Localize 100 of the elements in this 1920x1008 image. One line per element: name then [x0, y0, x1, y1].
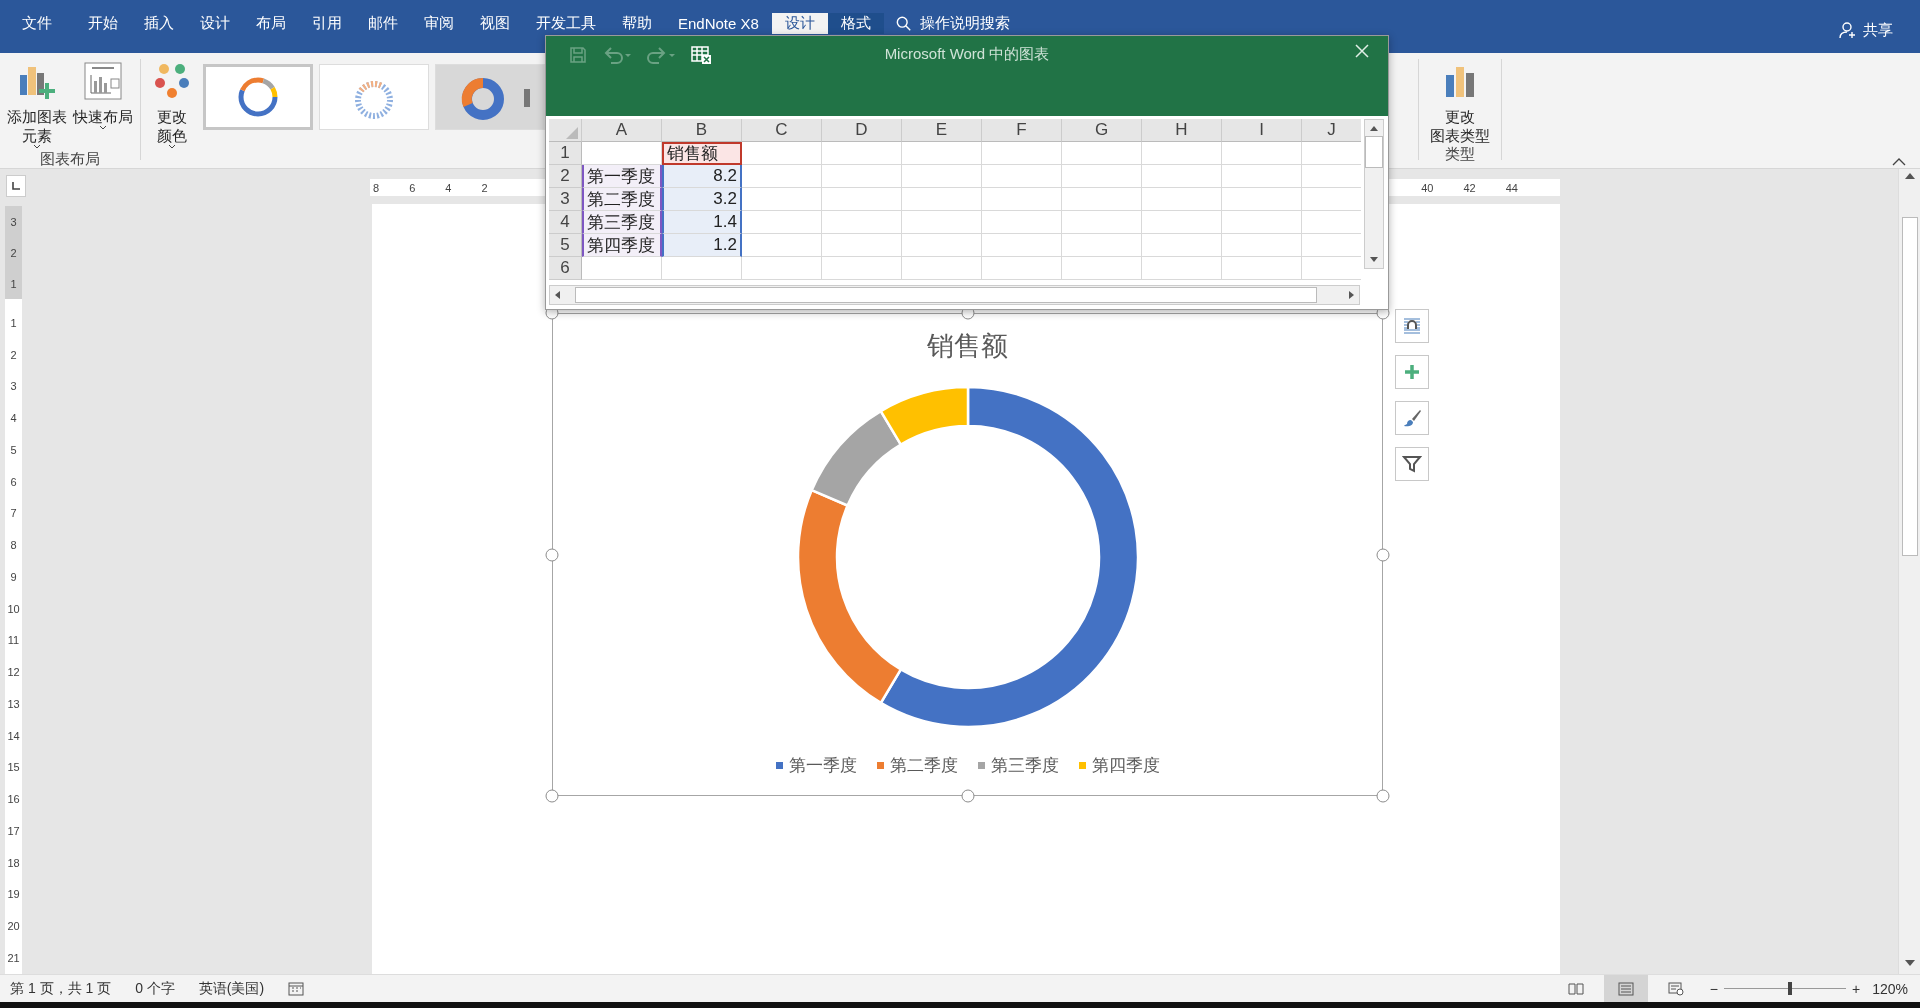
quick-layout-button[interactable]: 快速布局 [70, 59, 136, 131]
page-count[interactable]: 第 1 页，共 1 页 [10, 979, 112, 998]
plus-icon[interactable] [1404, 364, 1420, 380]
table-cell[interactable]: 第四季度 [582, 234, 662, 257]
scroll-down-icon[interactable] [1369, 256, 1379, 264]
chart-style-thumbnail[interactable] [319, 64, 429, 130]
close-icon[interactable] [1354, 43, 1370, 59]
scroll-thumb[interactable] [1901, 217, 1918, 556]
ruler-number: 16 [6, 792, 21, 808]
resize-handle[interactable] [1376, 789, 1390, 803]
column-header[interactable]: F [982, 119, 1062, 142]
ribbon-tab[interactable]: 文件 [9, 13, 65, 34]
column-header[interactable]: E [902, 119, 982, 142]
resize-handle[interactable] [1376, 548, 1390, 561]
vertical-scrollbar[interactable] [1898, 169, 1920, 974]
scroll-thumb[interactable] [575, 287, 1317, 303]
resize-handle[interactable] [961, 789, 974, 803]
tab-stop-icon[interactable] [11, 181, 21, 191]
ruler-number: 7 [9, 506, 18, 522]
resize-handle[interactable] [545, 789, 559, 803]
collapse-ribbon-icon[interactable] [1892, 157, 1906, 166]
chart-style-thumbnail[interactable] [435, 64, 545, 130]
ribbon-tab[interactable]: 格式 [827, 13, 884, 34]
column-header[interactable]: B [662, 119, 742, 142]
ruler-number: 18 [6, 855, 21, 871]
ribbon-tab[interactable]: 开始 [75, 13, 131, 34]
caret-icon[interactable] [33, 144, 41, 150]
ribbon-tab[interactable]: 开发工具 [523, 13, 609, 34]
color-dots-icon[interactable] [152, 61, 192, 101]
keyboard-icon[interactable] [288, 981, 305, 996]
add-element-button[interactable] [1395, 355, 1429, 389]
print-layout-icon[interactable] [1603, 975, 1648, 1002]
vertical-scrollbar[interactable] [1364, 119, 1384, 269]
table-cell[interactable]: 1.2 [662, 234, 742, 257]
caret-icon[interactable] [168, 144, 176, 150]
ribbon-tab[interactable]: EndNote X8 [665, 13, 772, 34]
row-header[interactable]: 2 [549, 165, 582, 188]
caret-icon[interactable] [99, 125, 107, 131]
scroll-left-icon[interactable] [553, 290, 561, 300]
column-header[interactable]: I [1222, 119, 1302, 142]
ribbon-tab[interactable]: 审阅 [411, 13, 467, 34]
language-indicator[interactable]: 英语(美国) [198, 979, 265, 998]
chart-style-thumbnail[interactable] [203, 64, 313, 130]
table-cell[interactable]: 销售额 [662, 142, 742, 165]
horizontal-scrollbar[interactable] [549, 285, 1360, 305]
row-header[interactable]: 4 [549, 211, 582, 234]
text-wrap-icon[interactable] [1402, 317, 1422, 335]
scroll-up-icon[interactable] [1903, 171, 1916, 181]
ribbon-tab[interactable]: 视图 [467, 13, 523, 34]
chart-layout-icon[interactable] [83, 61, 123, 101]
zoom-out-button[interactable]: − [1709, 980, 1718, 997]
column-header[interactable]: J [1302, 119, 1361, 142]
share-button[interactable]: 共享 [1839, 17, 1893, 43]
resize-handle[interactable] [545, 548, 559, 561]
ribbon-tab[interactable]: 帮助 [609, 13, 665, 34]
table-cell[interactable]: 8.2 [662, 165, 742, 188]
zoom-level[interactable]: 120% [1872, 980, 1908, 997]
brush-icon[interactable] [1402, 408, 1422, 428]
ribbon-tab[interactable]: 设计 [771, 13, 828, 34]
chart-filter-button[interactable] [1395, 447, 1429, 481]
scroll-down-icon[interactable] [1903, 958, 1916, 968]
person-add-icon[interactable] [1839, 21, 1857, 39]
column-header[interactable]: G [1062, 119, 1142, 142]
ribbon-tab[interactable]: 布局 [243, 13, 299, 34]
search-icon[interactable] [895, 15, 912, 32]
row-header[interactable]: 1 [549, 142, 582, 165]
scroll-thumb[interactable] [1365, 136, 1383, 168]
table-cell[interactable]: 第二季度 [582, 188, 662, 211]
chart-frame[interactable]: 销售额 第一季度 第二季度 第三季度 第四季度 [552, 313, 1383, 796]
column-header[interactable]: C [742, 119, 822, 142]
tab-stop-selector[interactable] [6, 175, 26, 197]
word-count[interactable]: 0 个字 [135, 979, 175, 998]
slider-thumb[interactable] [1787, 982, 1792, 995]
row-header[interactable]: 3 [549, 188, 582, 211]
table-cell[interactable]: 3.2 [662, 188, 742, 211]
table-cell[interactable]: 1.4 [662, 211, 742, 234]
chart-styles-button[interactable] [1395, 401, 1429, 435]
ribbon-tab[interactable]: 插入 [131, 13, 187, 34]
table-cell[interactable]: 第一季度 [582, 165, 662, 188]
layout-options-button[interactable] [1395, 309, 1429, 343]
change-chart-type-button[interactable]: 更改 图表类型 [1427, 59, 1493, 145]
ribbon-tab[interactable]: 邮件 [355, 13, 411, 34]
table-icon[interactable] [690, 45, 712, 65]
column-header[interactable]: D [822, 119, 902, 142]
ribbon-tab[interactable]: 设计 [187, 13, 243, 34]
table-cell[interactable]: 第三季度 [582, 211, 662, 234]
ruler-number: 13 [6, 696, 21, 712]
zoom-in-button[interactable]: + [1852, 980, 1861, 997]
search-field[interactable]: 操作说明搜索 [919, 14, 1010, 33]
ruler-number: 20 [6, 919, 21, 935]
change-colors-button[interactable]: 更改 颜色 [149, 59, 195, 150]
row-header[interactable]: 5 [549, 234, 582, 257]
column-header[interactable]: H [1142, 119, 1222, 142]
row-header[interactable]: 6 [549, 257, 582, 280]
filter-icon[interactable] [1402, 454, 1422, 474]
scroll-up-icon[interactable] [1369, 124, 1379, 132]
add-chart-element-button[interactable]: 添加图表 元素 [4, 59, 70, 150]
column-header[interactable]: A [582, 119, 662, 142]
scroll-right-icon[interactable] [1348, 290, 1356, 300]
ribbon-tab[interactable]: 引用 [299, 13, 355, 34]
